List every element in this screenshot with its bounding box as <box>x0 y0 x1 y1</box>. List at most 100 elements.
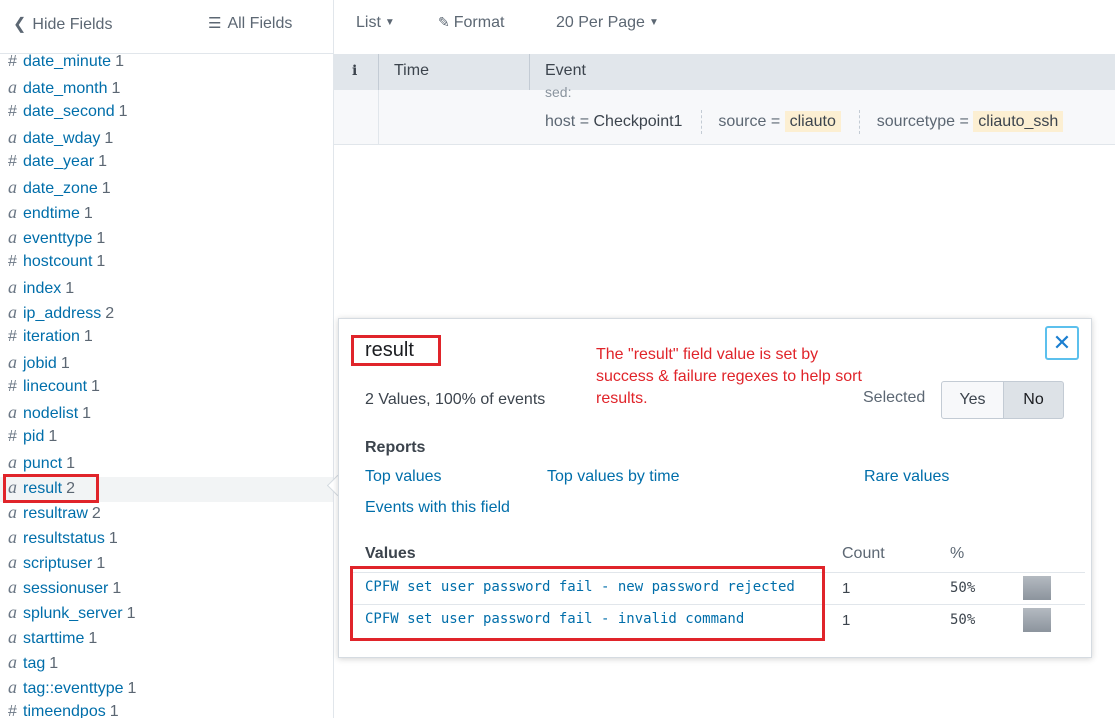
field-name: result <box>23 480 63 497</box>
string-type-icon: a <box>8 502 17 522</box>
selected-yes-button[interactable]: Yes <box>941 381 1004 419</box>
field-item-result[interactable]: a result 2 <box>0 477 333 502</box>
host-key: host = <box>545 113 590 131</box>
field-item-date-wday[interactable]: a date_wday 1 <box>0 127 333 152</box>
field-item-date-second[interactable]: # date_second 1 <box>0 102 333 127</box>
field-name: date_month <box>23 80 108 97</box>
field-name: date_year <box>23 153 95 170</box>
event-row: sed: host = Checkpoint1 source = cliauto… <box>334 84 1115 145</box>
source-value[interactable]: cliauto <box>784 111 841 133</box>
field-item-eventtype[interactable]: a eventtype 1 <box>0 227 333 252</box>
value-row: CPFW set user password fail - invalid co… <box>351 604 1085 636</box>
value-link[interactable]: CPFW set user password fail - invalid co… <box>365 611 744 627</box>
field-separator <box>859 110 861 134</box>
field-name: date_minute <box>23 53 112 70</box>
list-view-dropdown[interactable]: List ▼ <box>356 14 395 32</box>
rare-values-link[interactable]: Rare values <box>864 468 949 486</box>
field-item-endtime[interactable]: a endtime 1 <box>0 202 333 227</box>
field-name: starttime <box>23 630 85 647</box>
field-item-resultraw[interactable]: a resultraw 2 <box>0 502 333 527</box>
results-toolbar: List ▼ ✎ Format 20 Per Page ▼ <box>334 0 1115 53</box>
number-type-icon: # <box>8 328 17 345</box>
field-item-date-year[interactable]: # date_year 1 <box>0 152 333 177</box>
field-item-sessionuser[interactable]: a sessionuser 1 <box>0 577 333 602</box>
format-button[interactable]: ✎ Format <box>438 14 504 32</box>
field-item-jobid[interactable]: a jobid 1 <box>0 352 333 377</box>
string-type-icon: a <box>8 677 17 697</box>
field-item-linecount[interactable]: # linecount 1 <box>0 377 333 402</box>
events-with-field-link[interactable]: Events with this field <box>365 499 510 517</box>
field-summary-popover: result The "result" field value is set b… <box>338 318 1092 658</box>
event-table-header: i Time Event <box>334 54 1115 90</box>
hide-fields-button[interactable]: ❮ Hide Fields <box>13 14 112 34</box>
value-link[interactable]: CPFW set user password fail - new passwo… <box>365 579 795 595</box>
selected-no-button[interactable]: No <box>1003 381 1064 419</box>
string-type-icon: a <box>8 452 17 472</box>
field-count: 2 <box>66 480 76 497</box>
format-label: Format <box>453 14 505 31</box>
value-count: 1 <box>842 580 851 597</box>
field-item-date-zone[interactable]: a date_zone 1 <box>0 177 333 202</box>
per-page-dropdown[interactable]: 20 Per Page ▼ <box>556 14 659 32</box>
top-values-link[interactable]: Top values <box>365 468 442 486</box>
string-type-icon: a <box>8 602 17 622</box>
close-button[interactable]: ✕ <box>1045 326 1079 360</box>
field-item-date-minute[interactable]: # date_minute 1 <box>0 52 333 77</box>
field-item-tag-eventtype[interactable]: a tag::eventtype 1 <box>0 677 333 702</box>
per-page-label: 20 Per Page <box>556 14 645 31</box>
string-type-icon: a <box>8 352 17 372</box>
host-value[interactable]: Checkpoint1 <box>593 113 682 130</box>
field-item-pid[interactable]: # pid 1 <box>0 427 333 452</box>
top-values-by-time-link[interactable]: Top values by time <box>547 468 680 486</box>
field-count: 1 <box>65 280 75 297</box>
event-field-summary: host = Checkpoint1 source = cliauto sour… <box>545 110 1064 134</box>
field-item-index[interactable]: a index 1 <box>0 277 333 302</box>
annotation-note: The "result" field value is set by succe… <box>596 346 862 407</box>
count-header: Count <box>842 545 885 562</box>
field-count: 1 <box>66 455 76 472</box>
field-count: 1 <box>82 405 92 422</box>
field-name: linecount <box>23 378 88 395</box>
field-name: scriptuser <box>23 555 93 572</box>
field-name: punct <box>23 455 63 472</box>
field-item-date-month[interactable]: a date_month 1 <box>0 77 333 102</box>
field-count: 1 <box>104 130 114 147</box>
field-count: 1 <box>96 555 106 572</box>
field-item-scriptuser[interactable]: a scriptuser 1 <box>0 552 333 577</box>
fields-sidebar: ❮ Hide Fields ☰ All Fields # date_minute 1 a d… <box>0 0 334 718</box>
field-count: 2 <box>91 505 101 522</box>
field-item-splunk-server[interactable]: a splunk_server 1 <box>0 602 333 627</box>
field-count: 1 <box>126 605 136 622</box>
field-name: date_wday <box>23 130 101 147</box>
field-item-resultstatus[interactable]: a resultstatus 1 <box>0 527 333 552</box>
value-count: 1 <box>842 612 851 629</box>
sourcetype-value[interactable]: cliauto_ssh <box>973 111 1064 133</box>
field-item-punct[interactable]: a punct 1 <box>0 452 333 477</box>
field-item-timeendpos[interactable]: # timeendpos 1 <box>0 702 333 718</box>
field-count: 1 <box>112 580 122 597</box>
caret-down-icon: ▼ <box>384 17 395 28</box>
field-name: splunk_server <box>23 605 123 622</box>
field-item-starttime[interactable]: a starttime 1 <box>0 627 333 652</box>
field-count: 1 <box>83 205 93 222</box>
source-key: source = <box>718 113 781 131</box>
all-fields-button[interactable]: ☰ All Fields <box>208 14 292 33</box>
number-type-icon: # <box>8 253 17 270</box>
field-item-iteration[interactable]: # iteration 1 <box>0 327 333 352</box>
field-name: nodelist <box>23 405 79 422</box>
field-name: timeendpos <box>23 703 106 718</box>
number-type-icon: # <box>8 703 17 718</box>
column-divider <box>378 54 379 90</box>
string-type-icon: a <box>8 627 17 647</box>
field-item-nodelist[interactable]: a nodelist 1 <box>0 402 333 427</box>
field-name: index <box>23 280 62 297</box>
field-item-hostcount[interactable]: # hostcount 1 <box>0 252 333 277</box>
string-type-icon: a <box>8 652 17 672</box>
event-column-header: Event <box>545 62 586 79</box>
sourcetype-key: sourcetype = <box>876 113 969 131</box>
field-item-tag[interactable]: a tag 1 <box>0 652 333 677</box>
list-icon: ☰ <box>208 15 222 32</box>
string-type-icon: a <box>8 77 17 97</box>
field-item-ip-address[interactable]: a ip_address 2 <box>0 302 333 327</box>
time-column-header[interactable]: Time <box>394 62 429 80</box>
